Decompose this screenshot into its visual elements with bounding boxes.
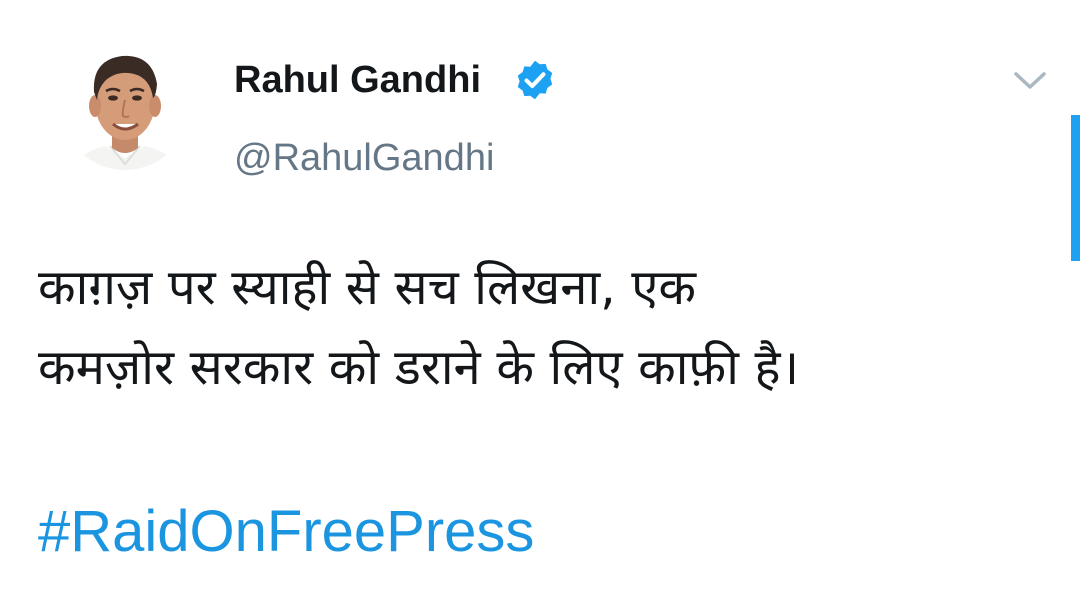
tweet-text-line: कमज़ोर सरकार को डराने के लिए काफ़ी है। — [38, 339, 800, 396]
profile-photo — [60, 40, 190, 170]
hashtag-link[interactable]: #RaidOnFreePress — [38, 498, 534, 566]
scrollbar-thumb[interactable] — [1071, 115, 1080, 261]
avatar[interactable] — [60, 40, 190, 170]
author-handle[interactable]: @RahulGandhi — [234, 132, 494, 184]
tweet-text-line: काग़ज़ पर स्याही से सच लिखना, एक — [38, 259, 697, 316]
tweet-text: काग़ज़ पर स्याही से सच लिखना, एक कमज़ोर … — [38, 248, 1038, 408]
chevron-down-icon[interactable] — [1010, 66, 1050, 94]
verified-badge-icon — [517, 60, 553, 100]
tweet-card: Rahul Gandhi @RahulGandhi काग़ज़ पर स्या… — [0, 0, 1080, 613]
author-name[interactable]: Rahul Gandhi — [234, 54, 481, 106]
